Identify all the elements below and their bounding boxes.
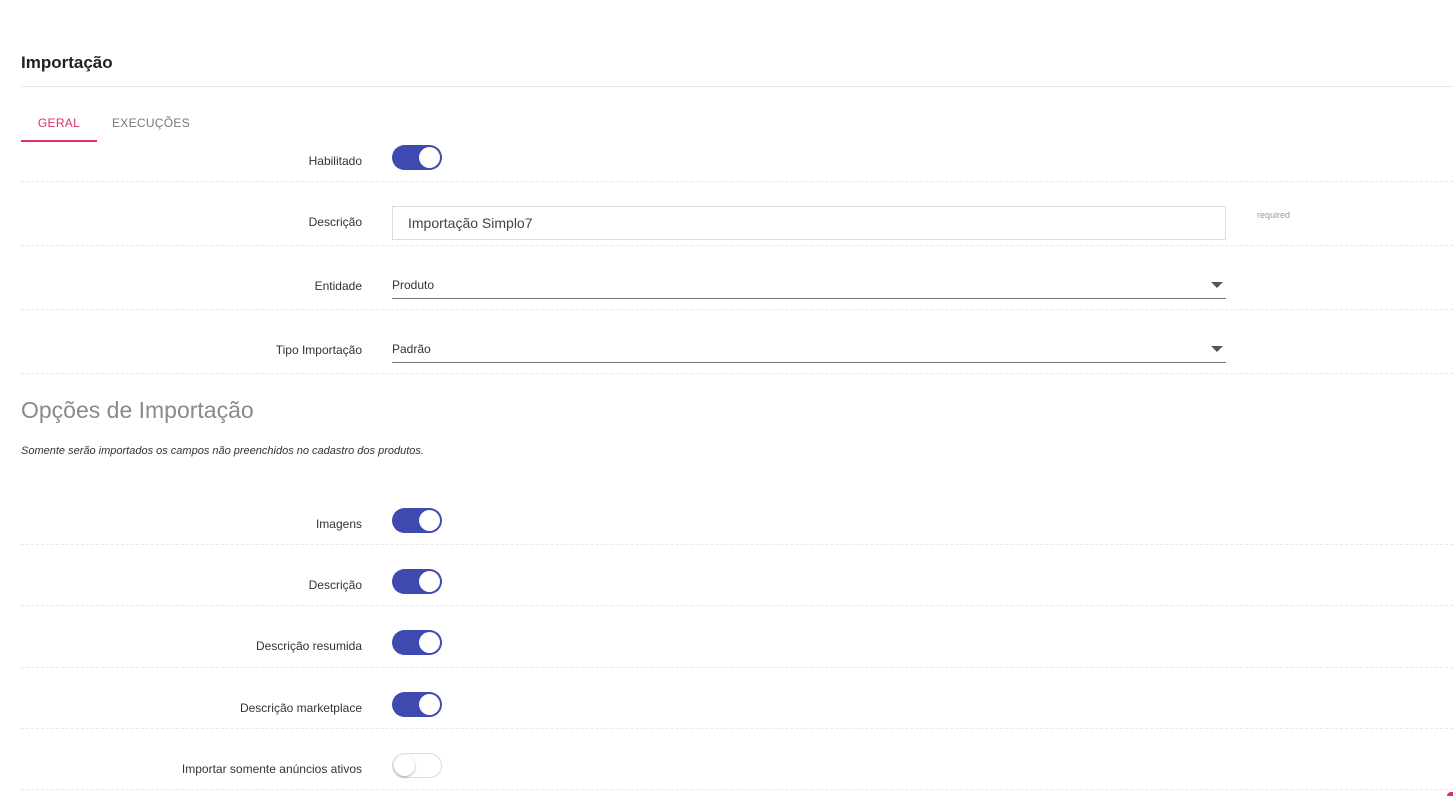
descricao-input[interactable] <box>392 206 1226 240</box>
tipo-importacao-select[interactable]: Padrão <box>392 336 1226 363</box>
option-row-descricao-resumida: Descrição resumida <box>21 627 1453 668</box>
descricao-option-label: Descrição <box>308 578 362 592</box>
entidade-select[interactable]: Produto <box>392 272 1226 299</box>
descricao-toggle[interactable] <box>392 569 442 594</box>
page-title: Importação <box>21 53 113 72</box>
title-divider <box>21 86 1453 87</box>
imagens-label: Imagens <box>315 517 362 531</box>
toggle-knob <box>419 571 440 592</box>
descricao-marketplace-toggle[interactable] <box>392 692 442 717</box>
required-hint: required <box>1257 210 1291 220</box>
form-row-habilitado: Habilitado <box>21 142 1453 182</box>
entidade-value: Produto <box>392 278 435 292</box>
descricao-resumida-label: Descrição resumida <box>255 639 362 653</box>
tab-execucoes[interactable]: EXECUÇÕES <box>101 108 201 140</box>
section-title: Opções de Importação <box>21 397 254 423</box>
imagens-toggle[interactable] <box>392 508 442 533</box>
tab-geral[interactable]: GERAL <box>21 108 97 142</box>
form-row-entidade: Entidade Produto <box>21 246 1453 310</box>
toggle-knob <box>419 694 440 715</box>
option-row-somente-ativos: Importar somente anúncios ativos <box>21 750 1453 790</box>
toggle-knob <box>419 510 440 531</box>
somente-ativos-label: Importar somente anúncios ativos <box>181 762 362 776</box>
toggle-knob <box>419 147 440 168</box>
somente-ativos-toggle[interactable] <box>392 753 442 778</box>
corner-accent <box>1447 792 1453 796</box>
toggle-knob <box>419 632 440 653</box>
option-row-descricao-marketplace: Descrição marketplace <box>21 689 1453 729</box>
habilitado-label: Habilitado <box>308 154 362 168</box>
tipo-importacao-value: Padrão <box>392 342 431 356</box>
descricao-marketplace-label: Descrição marketplace <box>239 701 362 715</box>
caret-down-icon <box>1211 346 1223 352</box>
tipo-importacao-label: Tipo Importação <box>275 343 362 357</box>
section-note: Somente serão importados os campos não p… <box>21 445 424 457</box>
toggle-knob <box>394 755 415 776</box>
option-row-descricao: Descrição <box>21 566 1453 606</box>
entidade-label: Entidade <box>314 279 362 293</box>
option-row-imagens: Imagens <box>21 505 1453 545</box>
form-row-descricao: Descrição required <box>21 182 1453 246</box>
form-row-tipo-importacao: Tipo Importação Padrão <box>21 310 1453 374</box>
habilitado-toggle[interactable] <box>392 145 442 170</box>
descricao-label: Descrição <box>308 215 362 229</box>
descricao-resumida-toggle[interactable] <box>392 630 442 655</box>
caret-down-icon <box>1211 282 1223 288</box>
